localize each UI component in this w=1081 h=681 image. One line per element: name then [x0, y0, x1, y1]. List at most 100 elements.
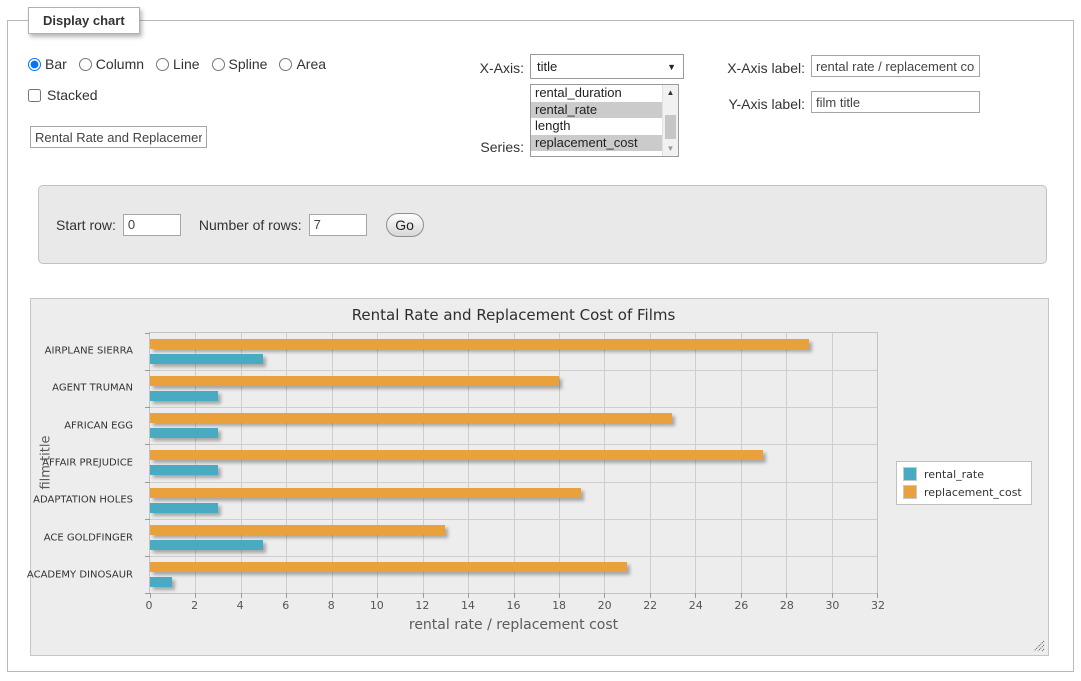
y-axis-category-label: ACADEMY DINOSAUR: [27, 570, 133, 581]
series-option-rental_duration[interactable]: rental_duration: [531, 85, 662, 102]
bar-group: [150, 556, 877, 593]
legend-item: rental_rate: [903, 467, 1022, 481]
chart-type-label: Area: [296, 56, 326, 72]
chart-type-option-column[interactable]: Column: [79, 56, 144, 72]
bar-replacement_cost: [150, 339, 809, 349]
chart-type-radio-column[interactable]: [79, 58, 92, 71]
x-axis-tick-labels: 02468101214161820222426283032: [149, 599, 878, 613]
panel-title: Display chart: [28, 7, 140, 34]
x-axis-tick-mark: [559, 593, 560, 598]
series-option-length[interactable]: length: [531, 118, 662, 135]
bar-group: [150, 444, 877, 481]
x-axis-tick-mark: [741, 593, 742, 598]
bar-replacement_cost: [150, 413, 672, 423]
bar-replacement_cost: [150, 562, 627, 572]
x-axis-tick-mark: [423, 593, 424, 598]
chart-legend: rental_rate replacement_cost: [896, 461, 1032, 505]
legend-label: rental_rate: [924, 468, 984, 481]
legend-swatch-replacement_cost: [903, 485, 917, 499]
x-axis-tick-label: 22: [643, 599, 657, 612]
go-button[interactable]: Go: [386, 213, 424, 237]
x-axis-tick-mark: [695, 593, 696, 598]
y-axis-category-label: AFFAIR PREJUDICE: [42, 458, 133, 469]
bar-rental_rate: [150, 465, 218, 475]
chart-type-label: Column: [96, 56, 144, 72]
x-axis-label-field-label: X-Axis label:: [710, 60, 805, 76]
x-axis-tick-mark: [195, 593, 196, 598]
scrollbar-thumb[interactable]: [665, 115, 676, 139]
chart-type-radio-area[interactable]: [279, 58, 292, 71]
x-axis-tick-label: 16: [507, 599, 521, 612]
bar-group: [150, 370, 877, 407]
chart-type-radio-spline[interactable]: [212, 58, 225, 71]
start-row-label: Start row:: [56, 217, 116, 233]
bar-rental_rate: [150, 503, 218, 513]
x-axis-tick-mark: [241, 593, 242, 598]
x-axis-tick-label: 26: [734, 599, 748, 612]
x-axis-tick-label: 32: [871, 599, 885, 612]
chart-type-label: Bar: [45, 56, 67, 72]
x-axis-tick-label: 8: [328, 599, 335, 612]
chart-title: Rental Rate and Replacement Cost of Film…: [149, 306, 878, 324]
x-axis-select[interactable]: title ▼: [530, 54, 684, 79]
x-axis-tick-label: 30: [825, 599, 839, 612]
x-axis-tick-mark: [286, 593, 287, 598]
chart-type-label: Line: [173, 56, 199, 72]
x-axis-tick-mark: [377, 593, 378, 598]
resize-handle-icon[interactable]: [1033, 640, 1045, 652]
chart-title-input[interactable]: [30, 126, 207, 148]
chart-type-label: Spline: [229, 56, 268, 72]
scroll-down-icon[interactable]: ▼: [663, 141, 678, 156]
x-axis-tick-mark: [604, 593, 605, 598]
dropdown-arrow-icon: ▼: [667, 62, 676, 72]
x-axis-tick-mark: [150, 593, 151, 598]
y-axis-label-field-label: Y-Axis label:: [710, 96, 805, 112]
series-listbox-label: Series:: [452, 139, 524, 155]
bar-rental_rate: [150, 577, 172, 587]
x-axis-tick-label: 6: [282, 599, 289, 612]
series-listbox[interactable]: rental_durationrental_ratelengthreplacem…: [530, 84, 679, 157]
legend-label: replacement_cost: [924, 486, 1022, 499]
x-axis-tick-label: 2: [191, 599, 198, 612]
x-axis-label-input[interactable]: [811, 55, 980, 77]
series-option-rental_rate[interactable]: rental_rate: [531, 102, 662, 119]
x-axis-tick-mark: [877, 593, 878, 598]
x-axis-select-label: X-Axis:: [452, 60, 524, 76]
series-scrollbar[interactable]: ▲ ▼: [662, 85, 678, 156]
x-axis-tick-mark: [514, 593, 515, 598]
number-of-rows-label: Number of rows:: [199, 217, 302, 233]
scroll-up-icon[interactable]: ▲: [663, 85, 678, 100]
number-of-rows-input[interactable]: [309, 214, 367, 236]
stacked-row: Stacked: [28, 87, 98, 103]
chart-type-option-bar[interactable]: Bar: [28, 56, 67, 72]
page: Display chart Bar Column Line Spline Area St…: [0, 0, 1081, 681]
x-axis-tick-label: 28: [780, 599, 794, 612]
start-row-input[interactable]: [123, 214, 181, 236]
chart-type-option-line[interactable]: Line: [156, 56, 199, 72]
chart-container: Rental Rate and Replacement Cost of Film…: [30, 298, 1049, 656]
bar-rental_rate: [150, 354, 263, 364]
stacked-checkbox[interactable]: [28, 89, 41, 102]
y-axis-category-label: AGENT TRUMAN: [52, 383, 133, 394]
x-axis-tick-label: 12: [415, 599, 429, 612]
y-axis-category-label: AFRICAN EGG: [64, 420, 133, 431]
x-axis-tick-mark: [468, 593, 469, 598]
x-axis-selected-value: title: [537, 59, 557, 74]
chart-type-radio-bar[interactable]: [28, 58, 41, 71]
y-axis-labels: AIRPLANE SIERRAAGENT TRUMANAFRICAN EGGAF…: [31, 332, 141, 594]
x-axis-title: rental rate / replacement cost: [149, 617, 878, 633]
bar-rental_rate: [150, 540, 263, 550]
chart-type-option-area[interactable]: Area: [279, 56, 326, 72]
y-axis-category-label: ACE GOLDFINGER: [44, 532, 133, 543]
bar-rental_rate: [150, 428, 218, 438]
series-option-replacement_cost[interactable]: replacement_cost: [531, 135, 662, 152]
y-axis-label-input[interactable]: [811, 91, 980, 113]
series-options: rental_durationrental_ratelengthreplacem…: [531, 85, 662, 156]
bar-group: [150, 519, 877, 556]
chart-type-option-spline[interactable]: Spline: [212, 56, 268, 72]
x-axis-tick-label: 24: [689, 599, 703, 612]
legend-item: replacement_cost: [903, 485, 1022, 499]
bar-rental_rate: [150, 391, 218, 401]
chart-type-radio-line[interactable]: [156, 58, 169, 71]
x-axis-tick-label: 10: [370, 599, 384, 612]
